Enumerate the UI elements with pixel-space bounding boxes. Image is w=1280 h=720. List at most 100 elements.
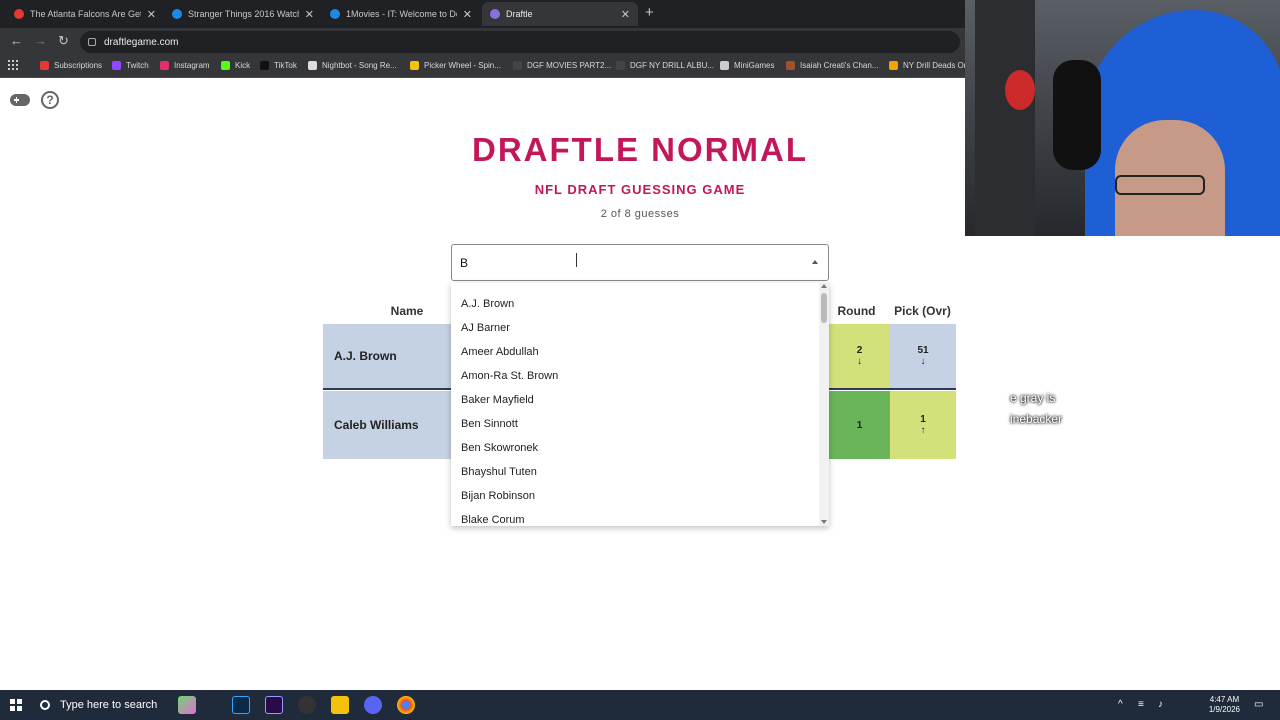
webcam-shelf bbox=[975, 0, 1035, 236]
site-icon bbox=[172, 9, 182, 19]
autocomplete-option[interactable]: Amon-Ra St. Brown bbox=[461, 370, 558, 382]
page-icon bbox=[616, 61, 625, 70]
tab-title: The Atlanta Falcons Are Getting bbox=[30, 9, 141, 19]
scrollbar-thumb[interactable] bbox=[821, 293, 827, 323]
close-tab-icon[interactable]: ✕ bbox=[305, 8, 314, 21]
autocomplete-option[interactable]: Ben Skowronek bbox=[461, 442, 538, 454]
folder-icon bbox=[720, 61, 729, 70]
nightbot-icon bbox=[308, 61, 317, 70]
bookmark-twitch[interactable]: Twitch bbox=[112, 61, 149, 70]
autocomplete-option[interactable]: Bhayshul Tuten bbox=[461, 466, 537, 478]
file-explorer-icon[interactable] bbox=[331, 696, 349, 714]
round-value: 2 bbox=[856, 345, 863, 356]
bookmark-instagram[interactable]: Instagram bbox=[160, 61, 210, 70]
bookmark-dgf-movies[interactable]: DGF MOVIES PART2... bbox=[513, 61, 611, 70]
arrow-up-icon: ↑ bbox=[920, 425, 926, 436]
browser-tab-1[interactable]: The Atlanta Falcons Are Getting ✕ bbox=[6, 2, 164, 26]
close-tab-icon[interactable]: ✕ bbox=[147, 8, 156, 21]
gamepad-icon[interactable] bbox=[10, 94, 30, 106]
player-search-input[interactable] bbox=[460, 254, 800, 272]
url-text: draftlegame.com bbox=[104, 36, 179, 48]
obs-icon[interactable] bbox=[298, 696, 316, 714]
premiere-icon[interactable] bbox=[265, 696, 283, 714]
close-tab-icon[interactable]: ✕ bbox=[463, 8, 472, 21]
search-icon bbox=[40, 700, 50, 710]
autocomplete-option[interactable]: A.J. Brown bbox=[461, 298, 514, 310]
webcam-overlay bbox=[965, 0, 1280, 236]
bookmark-label: Instagram bbox=[174, 61, 210, 70]
youtube-icon bbox=[40, 61, 49, 70]
autocomplete-option[interactable]: Bijan Robinson bbox=[461, 490, 535, 502]
bookmark-label: MiniGames bbox=[734, 61, 775, 70]
round-value: 1 bbox=[856, 419, 863, 431]
photoshop-icon[interactable] bbox=[232, 696, 250, 714]
clock-date: 1/9/2026 bbox=[1208, 705, 1240, 714]
new-tab-button[interactable]: + bbox=[645, 4, 654, 21]
browser-tab-3[interactable]: 1Movies - IT: Welcome to Derry ✕ bbox=[322, 2, 480, 26]
dropdown-scrollbar[interactable] bbox=[819, 283, 829, 526]
bookmark-picker-wheel[interactable]: Picker Wheel - Spin... bbox=[410, 61, 501, 70]
bookmark-subscriptions[interactable]: Subscriptions bbox=[40, 61, 102, 70]
scroll-down-icon[interactable] bbox=[821, 520, 827, 524]
bookmark-label: NY Drill Deads Or... bbox=[903, 61, 973, 70]
discord-icon[interactable] bbox=[364, 696, 382, 714]
help-icon[interactable]: ? bbox=[41, 91, 59, 109]
bookmark-label: TikTok bbox=[274, 61, 297, 70]
apps-grid-icon[interactable] bbox=[8, 60, 18, 70]
reload-icon[interactable]: ↻ bbox=[58, 33, 69, 49]
clock[interactable]: 4:47 AM 1/9/2026 bbox=[1209, 695, 1240, 715]
bookmark-label: Subscriptions bbox=[54, 61, 103, 70]
volume-icon[interactable]: ♪ bbox=[1158, 699, 1170, 711]
page-icon bbox=[513, 61, 522, 70]
bookmark-minigames[interactable]: MiniGames bbox=[720, 61, 774, 70]
autocomplete-option[interactable]: Ben Sinnott bbox=[461, 418, 518, 430]
bookmark-ny-drill[interactable]: NY Drill Deads Or... bbox=[889, 61, 973, 70]
autocomplete-list: A.J. Brown AJ Barner Ameer Abdullah Amon… bbox=[451, 283, 829, 526]
column-header-pick: Pick (Ovr) bbox=[894, 304, 951, 318]
bookmark-tiktok[interactable]: TikTok bbox=[260, 61, 297, 70]
network-icon[interactable]: ≡ bbox=[1138, 699, 1150, 711]
site-info-icon[interactable] bbox=[88, 38, 96, 46]
bookmark-label: Twitch bbox=[126, 61, 149, 70]
autocomplete-option[interactable]: Baker Mayfield bbox=[461, 394, 534, 406]
chevron-up-icon[interactable]: ^ bbox=[1118, 699, 1130, 711]
arrow-down-icon: ↓ bbox=[920, 356, 926, 367]
url-field[interactable]: draftlegame.com bbox=[80, 31, 960, 53]
close-tab-icon[interactable]: ✕ bbox=[621, 8, 630, 21]
tab-title: Draftle bbox=[506, 9, 533, 19]
bookmark-isaiah[interactable]: Isaiah Creati's Chan... bbox=[786, 61, 878, 70]
bookmark-nightbot[interactable]: Nightbot - Song Re... bbox=[308, 61, 397, 70]
player-search-combobox[interactable] bbox=[451, 244, 829, 281]
browser-tab-2[interactable]: Stranger Things 2016 Watch On ✕ bbox=[164, 2, 322, 26]
webcam-glasses bbox=[1115, 175, 1205, 195]
picker-wheel-icon bbox=[410, 61, 419, 70]
autocomplete-option[interactable]: AJ Barner bbox=[461, 322, 510, 334]
bookmark-label: DGF MOVIES PART2... bbox=[527, 61, 612, 70]
player-name: A.J. Brown bbox=[323, 324, 453, 388]
tiktok-icon bbox=[260, 61, 269, 70]
bookmark-kick[interactable]: Kick bbox=[221, 61, 250, 70]
tab-title: Stranger Things 2016 Watch On bbox=[188, 9, 299, 19]
widget-icon[interactable] bbox=[178, 696, 196, 714]
round-cell: 1 bbox=[829, 391, 890, 459]
tab-title: 1Movies - IT: Welcome to Derry bbox=[346, 9, 457, 19]
player-name: Caleb Williams bbox=[323, 391, 453, 459]
arrow-down-icon: ↓ bbox=[857, 356, 862, 367]
chrome-icon[interactable] bbox=[397, 696, 415, 714]
bookmark-label: DGF NY DRILL ALBU... bbox=[630, 61, 715, 70]
chevron-up-icon[interactable] bbox=[812, 260, 818, 264]
back-arrow-icon[interactable]: ← bbox=[10, 33, 23, 48]
autocomplete-option[interactable]: Ameer Abdullah bbox=[461, 346, 539, 358]
instagram-icon bbox=[160, 61, 169, 70]
bookmark-dgf-drill[interactable]: DGF NY DRILL ALBU... bbox=[616, 61, 714, 70]
pick-value: 1 bbox=[920, 414, 926, 425]
autocomplete-option[interactable]: Blake Corum bbox=[461, 514, 525, 526]
forward-arrow-icon[interactable]: → bbox=[34, 33, 47, 48]
scroll-up-icon[interactable] bbox=[821, 284, 827, 288]
browser-tab-draftle[interactable]: Draftle ✕ bbox=[482, 2, 638, 26]
windows-taskbar: Type here to search ^ ≡ ♪ 4:47 AM 1/9/20… bbox=[0, 690, 1280, 720]
pick-cell: 51 ↓ bbox=[890, 324, 956, 388]
notifications-icon[interactable]: ▭ bbox=[1254, 699, 1266, 711]
twitch-icon bbox=[112, 61, 121, 70]
windows-start-icon[interactable] bbox=[10, 699, 22, 711]
